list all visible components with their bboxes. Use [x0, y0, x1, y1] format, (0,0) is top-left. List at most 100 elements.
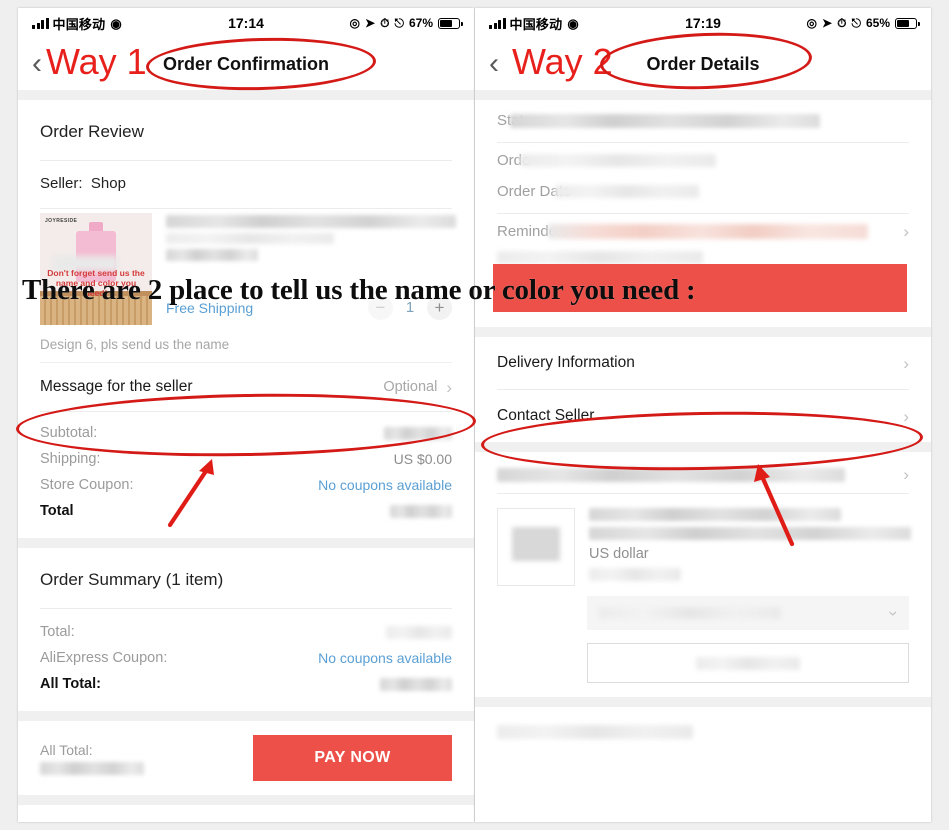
message-for-seller-label: Message for the seller — [40, 378, 193, 395]
store-coupon-value[interactable]: No coupons available — [318, 477, 452, 493]
order-date-value-blurred — [555, 185, 700, 198]
pay-bar-amount-blurred — [40, 761, 144, 775]
pay-bar-total-group: All Total: — [40, 742, 144, 775]
order-action-button[interactable] — [587, 643, 909, 683]
section-divider — [475, 90, 931, 100]
delivery-information-label: Delivery Information — [497, 354, 635, 371]
store-coupon-label: Store Coupon: — [40, 477, 134, 493]
bluetooth-icon: ⎋ — [394, 16, 404, 30]
chevron-right-icon: › — [903, 406, 909, 426]
all-total-value-blurred — [380, 677, 452, 691]
chevron-right-icon: › — [446, 377, 452, 397]
total-row: Total — [40, 498, 452, 524]
annotation-overlay-caption: There are 2 place to tell us the name or… — [22, 274, 696, 306]
section-divider — [18, 90, 474, 100]
product-title-blurred — [166, 215, 456, 261]
carrier-label: 中国移动 — [509, 16, 563, 32]
status-bar-left-group: 中国移动 ◉ — [489, 14, 579, 33]
status-bar-right-group: ◎ ➤ ⏱ ⎋ 65% — [806, 16, 920, 30]
contact-seller-row[interactable]: Contact Seller › — [497, 390, 909, 442]
alarm-clock-icon: ⏱ — [837, 16, 847, 30]
seller-row[interactable]: Seller: Shop — [40, 161, 452, 208]
order-summary-title: Order Summary (1 item) — [40, 570, 224, 589]
product-row[interactable]: JOYRESIDE Don't forget send us the name … — [40, 209, 456, 325]
screenshot-stage: 中国移动 ◉ 17:14 ◎ ➤ ⏱ ⎋ 67% ‹ Order Confirm… — [0, 0, 949, 830]
signal-bars-icon — [32, 17, 49, 29]
subtotal-row: Subtotal: — [40, 420, 452, 446]
design-note: Design 6, pls send us the name — [40, 337, 230, 352]
annotation-arrow-left — [167, 459, 214, 528]
blurred-text — [166, 249, 258, 261]
order-actions-card: Delivery Information › Contact Seller › — [475, 337, 931, 442]
section-divider — [18, 711, 474, 721]
pay-now-button[interactable]: PAY NOW — [253, 735, 452, 781]
blurred-text — [497, 724, 693, 739]
annotation-arrow-right — [754, 464, 795, 547]
delivery-information-row[interactable]: Delivery Information › — [497, 337, 909, 389]
store-name-row[interactable]: › — [497, 452, 909, 493]
order-footer-card — [475, 707, 931, 757]
rotation-lock-icon: ◎ — [806, 16, 818, 30]
order-summary-card: Order Summary (1 item) Total: AliExpress… — [18, 548, 474, 711]
store-coupon-row[interactable]: Store Coupon: No coupons available — [40, 472, 452, 498]
wifi-icon: ◉ — [110, 15, 122, 31]
battery-icon — [438, 17, 463, 29]
reminder-row[interactable]: Reminder: › — [497, 216, 909, 247]
section-divider — [475, 442, 931, 452]
battery-icon — [895, 17, 920, 29]
chevron-right-icon: › — [903, 222, 909, 241]
order-item-row[interactable]: US dollar — [497, 494, 911, 586]
order-action-button-label-blurred — [696, 656, 800, 670]
thumbnail-brand-label: JOYRESIDE — [45, 218, 78, 224]
contact-seller-label: Contact Seller — [497, 407, 595, 424]
phone-panel-left: 中国移动 ◉ 17:14 ◎ ➤ ⏱ ⎋ 67% ‹ Order Confirm… — [18, 8, 474, 822]
variant-select[interactable]: › — [587, 596, 909, 630]
aliexpress-coupon-value[interactable]: No coupons available — [318, 650, 452, 666]
blurred-text — [166, 233, 334, 244]
status-value-blurred — [509, 113, 820, 128]
nav-bar-left: ‹ Order Confirmation — [18, 38, 474, 90]
battery-percent-label: 65% — [865, 16, 890, 30]
product-info: Free Shipping − 1 + — [166, 213, 456, 325]
variant-select-value-blurred — [599, 607, 781, 619]
page-title: Order Confirmation — [162, 53, 329, 74]
aliexpress-coupon-row[interactable]: AliExpress Coupon: No coupons available — [40, 645, 452, 671]
shipping-label: Shipping: — [40, 451, 101, 467]
message-for-seller-row[interactable]: Message for the seller Optional › — [40, 362, 452, 411]
aliexpress-coupon-label: AliExpress Coupon: — [40, 650, 168, 666]
location-arrow-icon: ➤ — [365, 16, 376, 30]
thumbnail-blur-patch — [511, 527, 561, 561]
summary-total-row: Total: — [40, 619, 452, 645]
pay-bar: All Total: PAY NOW — [18, 721, 474, 795]
shipping-value: US $0.00 — [393, 451, 452, 467]
blurred-text — [166, 215, 456, 228]
message-optional-value: Optional — [383, 379, 438, 395]
total-label: Total — [40, 503, 74, 519]
wifi-icon: ◉ — [567, 15, 579, 31]
status-bar-right-group: ◎ ➤ ⏱ ⎋ 67% — [350, 16, 463, 30]
order-review-title: Order Review — [40, 122, 144, 141]
alarm-clock-icon: ⏱ — [380, 16, 390, 30]
footer-row — [497, 707, 909, 757]
location-arrow-icon: ➤ — [822, 16, 833, 30]
shipping-row: Shipping: US $0.00 — [40, 446, 452, 472]
status-bar-left-group: 中国移动 ◉ — [32, 14, 122, 33]
status-row: Status: — [497, 100, 909, 136]
section-divider — [475, 327, 931, 337]
all-total-label: All Total: — [40, 676, 101, 692]
order-store-card: › US dollar › — [475, 452, 931, 683]
chevron-right-icon: › — [903, 465, 909, 484]
summary-total-label: Total: — [40, 624, 75, 640]
product-thumbnail[interactable]: JOYRESIDE Don't forget send us the name … — [40, 213, 152, 325]
order-number-row: Orde — [497, 145, 909, 176]
chevron-down-icon: › — [884, 610, 904, 616]
total-value-blurred — [390, 504, 452, 518]
order-item-thumbnail[interactable] — [497, 508, 575, 586]
pay-bar-all-total-label: All Total: — [40, 741, 93, 758]
order-summary-list: Total: AliExpress Coupon: No coupons ava… — [40, 609, 452, 711]
chevron-right-icon: › — [903, 353, 909, 373]
status-bar-left: 中国移动 ◉ 17:14 ◎ ➤ ⏱ ⎋ 67% — [18, 8, 474, 38]
page-title: Order Details — [646, 53, 760, 74]
subtotal-value-blurred — [384, 426, 452, 440]
message-for-seller-value-group: Optional › — [383, 379, 452, 396]
